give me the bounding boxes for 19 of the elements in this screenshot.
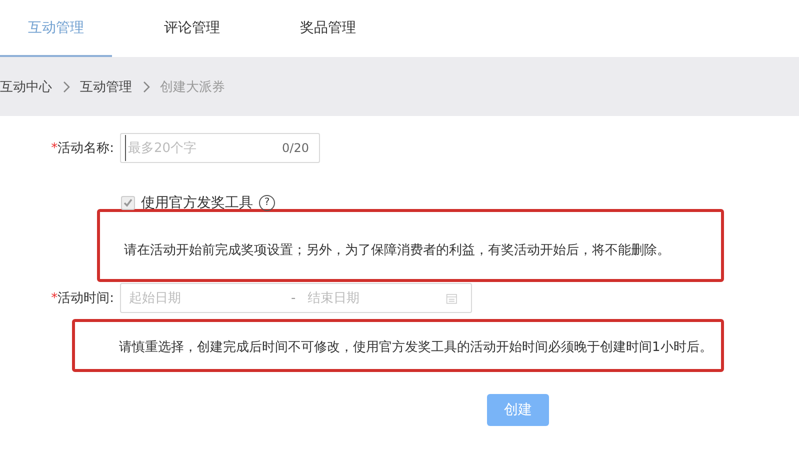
breadcrumb-link[interactable]: 互动管理	[80, 78, 132, 96]
text-input[interactable]: 最多20个字	[125, 135, 276, 161]
chevron-icon	[142, 80, 150, 92]
note-text: 请慎重选择，创建完成后时间不可修改，使用官方发奖工具的活动开始时间必须晚于创建时间1小时后。	[119, 338, 712, 356]
start-date-input[interactable]: 起始日期	[121, 285, 287, 311]
field-label: *活动时间:	[50, 290, 115, 307]
range-separator: -	[291, 290, 296, 306]
tab[interactable]: 奖品管理	[272, 0, 384, 57]
checkbox-label: 使用官方发奖工具	[141, 194, 253, 212]
tab[interactable]: 评论管理	[136, 0, 248, 57]
chevron-icon	[62, 80, 70, 92]
calendar-icon	[446, 292, 457, 304]
end-date-input[interactable]: 结束日期	[300, 285, 446, 311]
input-field[interactable]: 最多20个字 0/20	[120, 133, 320, 163]
breadcrumb-link[interactable]: 互动中心	[0, 78, 52, 96]
checkmark-icon	[123, 198, 133, 208]
note-text: 请在活动开始前完成奖项设置；另外，为了保障消费者的利益，有奖活动开始后，将不能删除。	[124, 242, 670, 258]
character-counter: 0/20	[282, 141, 309, 155]
field-label: *活动名称:	[50, 140, 115, 157]
